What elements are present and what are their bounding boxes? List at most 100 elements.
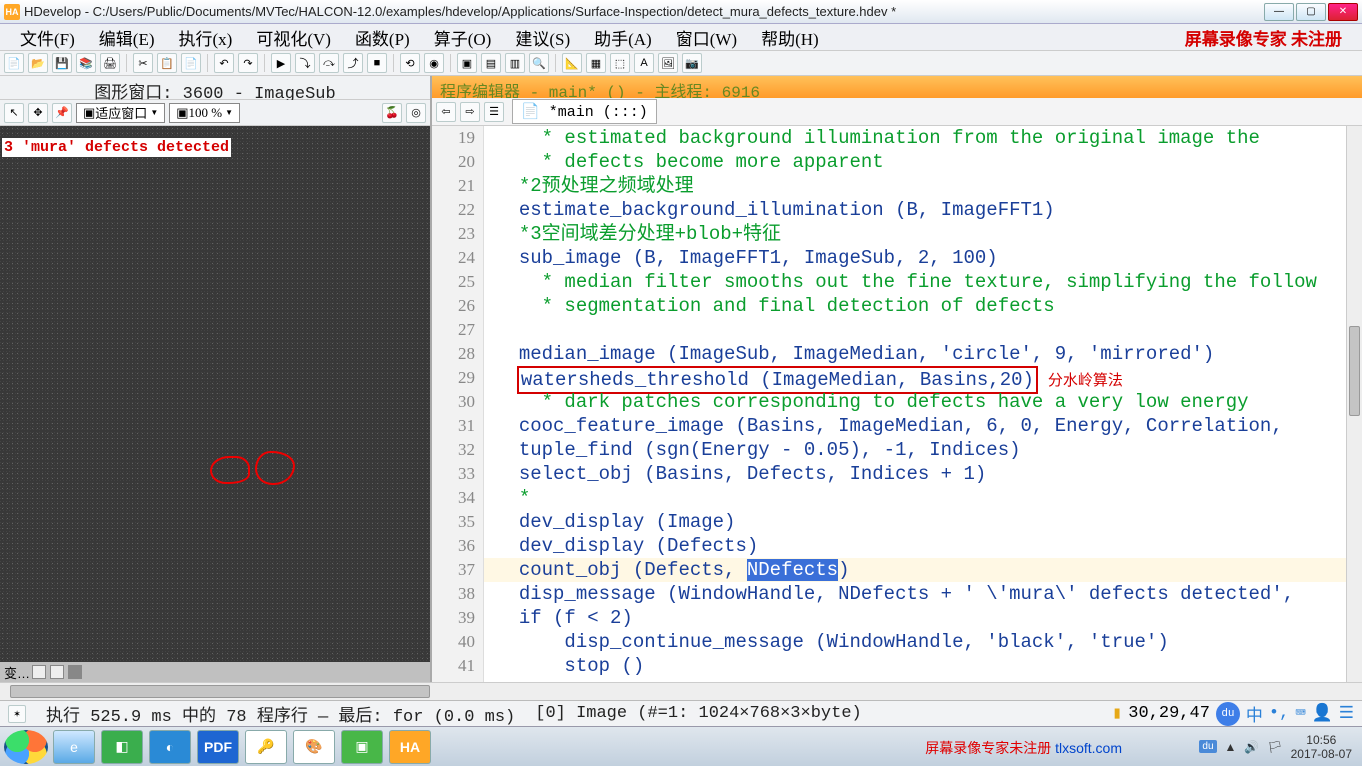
dock-icon[interactable] xyxy=(50,665,64,679)
vars-icon[interactable]: ▤ xyxy=(481,53,501,73)
inspect-icon[interactable]: 🔍 xyxy=(529,53,549,73)
ime-input-icon[interactable]: ⌨ xyxy=(1295,703,1305,724)
print-icon[interactable]: 🖨 xyxy=(100,53,120,73)
menu-bar: 文件(F) 编辑(E) 执行(x) 可视化(V) 函数(P) 算子(O) 建议(… xyxy=(0,24,1362,50)
close-btn[interactable]: ✕ xyxy=(1328,3,1358,21)
match-icon[interactable]: ⬚ xyxy=(610,53,630,73)
pin-icon[interactable]: 📌 xyxy=(52,103,72,123)
browser-icon[interactable]: ◐ xyxy=(149,730,191,764)
open-icon[interactable]: 📂 xyxy=(28,53,48,73)
nav-list-icon[interactable]: ☰ xyxy=(484,102,504,122)
target-icon[interactable]: ◎ xyxy=(406,103,426,123)
tray-action-icon[interactable]: 🏳 xyxy=(1267,740,1282,754)
menu-vis[interactable]: 可视化(V) xyxy=(244,23,343,52)
wechat-icon[interactable]: ▣ xyxy=(341,730,383,764)
menu-window[interactable]: 窗口(W) xyxy=(664,23,749,52)
paint-icon[interactable]: 🎨 xyxy=(293,730,335,764)
zoom-select[interactable]: ▣ 100 %▼ xyxy=(169,103,240,123)
window-icon[interactable]: ▣ xyxy=(457,53,477,73)
code-text[interactable]: * estimated background illumination from… xyxy=(484,126,1362,682)
fit-select[interactable]: ▣ 适应窗口▼ xyxy=(76,103,165,123)
graphics-toolbar: ↖ ✥ 📌 ▣ 适应窗口▼ ▣ 100 %▼ 🍒 ◎ xyxy=(0,100,430,126)
copy-icon[interactable]: 📋 xyxy=(157,53,177,73)
status-bar: ✶ 执行 525.9 ms 中的 78 程序行 — 最后: for (0.0 m… xyxy=(0,700,1362,726)
start-button[interactable] xyxy=(4,730,48,764)
menu-assist[interactable]: 助手(A) xyxy=(582,23,664,52)
vscroll-thumb[interactable] xyxy=(1349,326,1360,416)
title-bar: HA HDevelop - C:/Users/Public/Documents/… xyxy=(0,0,1362,24)
redo-icon[interactable]: ↷ xyxy=(238,53,258,73)
clock-time[interactable]: 10:56 xyxy=(1291,733,1352,747)
ime-user-icon[interactable]: 👤 xyxy=(1312,703,1333,724)
cherry-icon[interactable]: 🍒 xyxy=(382,103,402,123)
clock-date: 2017-08-07 xyxy=(1291,747,1352,761)
ie-icon[interactable]: e xyxy=(53,730,95,764)
paste-icon[interactable]: 📄 xyxy=(181,53,201,73)
main-toolbar: 📄 📂 💾 📚 🖨 ✂ 📋 📄 ↶ ↷ ▶ ⤵ ⤼ ⤴ ■ ⟲ ◉ ▣ ▤ ▥ … xyxy=(0,50,1362,76)
undo-icon[interactable]: ↶ xyxy=(214,53,234,73)
line-gutter: 1920212223242526272829303132333435363738… xyxy=(432,126,484,682)
tb-sep xyxy=(126,54,127,72)
new-icon[interactable]: 📄 xyxy=(4,53,24,73)
tb-sep xyxy=(264,54,265,72)
dock-icon[interactable] xyxy=(32,665,46,679)
keys-icon[interactable]: 🔑 xyxy=(245,730,287,764)
calib-icon[interactable]: ▦ xyxy=(586,53,606,73)
ime-status[interactable]: 中 xyxy=(1246,701,1263,727)
pointer-icon[interactable]: ↖ xyxy=(4,103,24,123)
app-icon[interactable]: ◧ xyxy=(101,730,143,764)
ocr-icon[interactable]: A xyxy=(634,53,654,73)
menu-op[interactable]: 算子(O) xyxy=(422,23,504,52)
close-panel-icon[interactable] xyxy=(68,665,82,679)
stepout-icon[interactable]: ⤴ xyxy=(343,53,363,73)
menu-exec[interactable]: 执行(x) xyxy=(167,23,245,52)
system-tray: du ▲ 🔊 🏳 10:56 2017-08-07 xyxy=(1199,733,1358,761)
nav-back-icon[interactable]: ⇦ xyxy=(436,102,456,122)
stop-icon[interactable]: ■ xyxy=(367,53,387,73)
ops-icon[interactable]: ▥ xyxy=(505,53,525,73)
tray-flag-icon[interactable]: ▲ xyxy=(1225,740,1237,754)
hdevelop-task-icon[interactable]: HA xyxy=(389,730,431,764)
variable-bar[interactable]: 变… xyxy=(0,662,430,682)
tb-sep xyxy=(207,54,208,72)
minimize-btn[interactable]: — xyxy=(1264,3,1294,21)
camera-icon[interactable]: 📷 xyxy=(682,53,702,73)
break-icon[interactable]: ◉ xyxy=(424,53,444,73)
code-area[interactable]: 1920212223242526272829303132333435363738… xyxy=(432,126,1362,682)
vscrollbar[interactable] xyxy=(1346,126,1362,682)
graphics-pane: 图形窗口: 3600 - ImageSub ↖ ✥ 📌 ▣ 适应窗口▼ ▣ 10… xyxy=(0,76,432,682)
texture-image xyxy=(0,126,430,662)
move-icon[interactable]: ✥ xyxy=(28,103,48,123)
baidu-icon[interactable]: du xyxy=(1216,702,1240,726)
graphics-title: 图形窗口: 3600 - ImageSub xyxy=(0,76,430,100)
menu-help[interactable]: 帮助(H) xyxy=(749,23,831,52)
stepover-icon[interactable]: ⤼ xyxy=(319,53,339,73)
pdf-icon[interactable]: PDF xyxy=(197,730,239,764)
menu-func[interactable]: 函数(P) xyxy=(343,23,422,52)
save-icon[interactable]: 💾 xyxy=(52,53,72,73)
tb-sep xyxy=(450,54,451,72)
image-icon[interactable]: 🖼 xyxy=(658,53,678,73)
hscroll-thumb[interactable] xyxy=(10,685,430,698)
run-icon[interactable]: ▶ xyxy=(271,53,291,73)
breadcrumb[interactable]: 📄 *main (:::) xyxy=(512,99,657,124)
ime-punc-icon[interactable]: •, xyxy=(1269,704,1289,723)
ime-menu-icon[interactable]: ☰ xyxy=(1339,703,1354,724)
menu-sugg[interactable]: 建议(S) xyxy=(503,23,582,52)
fit-label: 适应窗口 xyxy=(95,103,147,122)
tb-sep xyxy=(555,54,556,72)
cut-icon[interactable]: ✂ xyxy=(133,53,153,73)
hscrollbar[interactable] xyxy=(0,682,1362,700)
measure-icon[interactable]: 📐 xyxy=(562,53,582,73)
nav-fwd-icon[interactable]: ⇨ xyxy=(460,102,480,122)
maximize-btn[interactable]: ▢ xyxy=(1296,3,1326,21)
graphics-view[interactable]: 3 'mura' defects detected xyxy=(0,126,430,662)
menu-file[interactable]: 文件(F) xyxy=(8,23,87,52)
saveall-icon[interactable]: 📚 xyxy=(76,53,96,73)
coord-status: 30,29,47 xyxy=(1128,704,1210,723)
step-icon[interactable]: ⤵ xyxy=(295,53,315,73)
reset-icon[interactable]: ⟲ xyxy=(400,53,420,73)
tray-baidu-icon[interactable]: du xyxy=(1199,740,1216,753)
tray-volume-icon[interactable]: 🔊 xyxy=(1244,740,1259,754)
menu-edit[interactable]: 编辑(E) xyxy=(87,23,167,52)
